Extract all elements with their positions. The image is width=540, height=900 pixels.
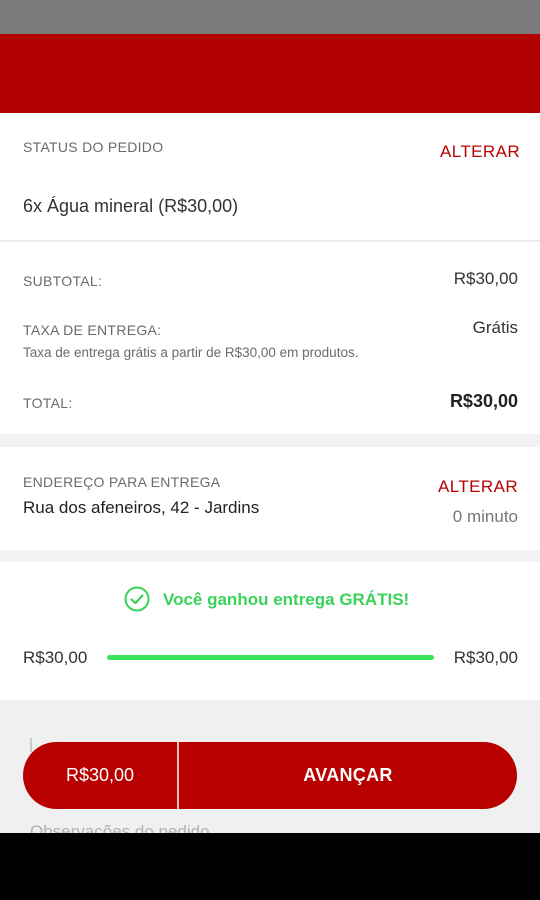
- totals-card: SUBTOTAL: R$30,00 TAXA DE ENTREGA: Gráti…: [0, 242, 540, 434]
- free-delivery-progress-bar: [107, 655, 434, 660]
- system-status-bar: [0, 0, 540, 34]
- progress-start-value: R$30,00: [23, 648, 88, 667]
- app-header: [0, 34, 540, 113]
- order-status-label: STATUS DO PEDIDO: [23, 139, 164, 155]
- delivery-fee-label: TAXA DE ENTREGA:: [23, 322, 162, 338]
- cart-total-button[interactable]: R$30,00: [23, 742, 177, 809]
- free-delivery-message: Você ganhou entrega GRÁTIS!: [163, 590, 410, 609]
- order-change-link[interactable]: ALTERAR: [440, 142, 520, 162]
- address-street: Rua dos afeneiros, 42 - Jardins: [23, 498, 260, 517]
- check-circle-icon: [124, 586, 150, 612]
- order-item: 6x Água mineral (R$30,00): [23, 196, 239, 216]
- delivery-fee-note: Taxa de entrega grátis a partir de R$30,…: [23, 345, 359, 360]
- system-navigation-bar: [0, 833, 540, 900]
- total-value: R$30,00: [449, 391, 518, 411]
- order-status-card: STATUS DO PEDIDO ALTERAR 6x Água mineral…: [0, 113, 540, 241]
- delivery-address-card: ENDEREÇO PARA ENTREGA ALTERAR Rua dos af…: [0, 447, 540, 550]
- checkout-action-bar: R$30,00 AVANÇAR: [23, 742, 517, 809]
- order-notes-input[interactable]: Observações do pedido: [30, 822, 210, 833]
- free-delivery-card: Você ganhou entrega GRÁTIS! R$30,00 R$30…: [0, 562, 540, 700]
- advance-button[interactable]: AVANÇAR: [179, 742, 517, 809]
- delivery-fee-value: Grátis: [472, 318, 518, 337]
- address-label: ENDEREÇO PARA ENTREGA: [23, 474, 221, 490]
- subtotal-label: SUBTOTAL:: [23, 273, 103, 289]
- subtotal-value: R$30,00: [453, 269, 518, 288]
- progress-end-value: R$30,00: [453, 648, 518, 667]
- address-change-link[interactable]: ALTERAR: [438, 477, 518, 497]
- total-label: TOTAL:: [23, 395, 73, 411]
- delivery-eta: 0 minuto: [452, 507, 518, 526]
